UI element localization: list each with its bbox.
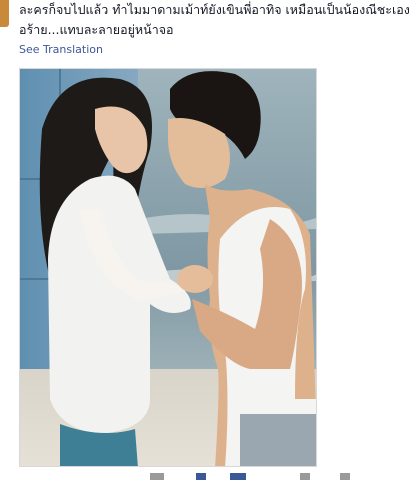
cropped-next-line [150, 473, 350, 480]
profile-thumbnail[interactable] [0, 0, 9, 27]
post-photo[interactable] [19, 68, 317, 467]
post-text: ละครก็จบไปแล้ว ทำไมมาดามเม้าท์ยังเขินพี่… [19, 0, 411, 40]
post-text-line-2: อร้าย...แทบละลายอยู่หน้าจอ [19, 22, 174, 37]
see-translation-link[interactable]: See Translation [19, 43, 103, 56]
post-text-line-1: ละครก็จบไปแล้ว ทำไมมาดามเม้าท์ยังเขินพี่… [19, 2, 410, 17]
couple-on-beach-photo [20, 69, 316, 466]
